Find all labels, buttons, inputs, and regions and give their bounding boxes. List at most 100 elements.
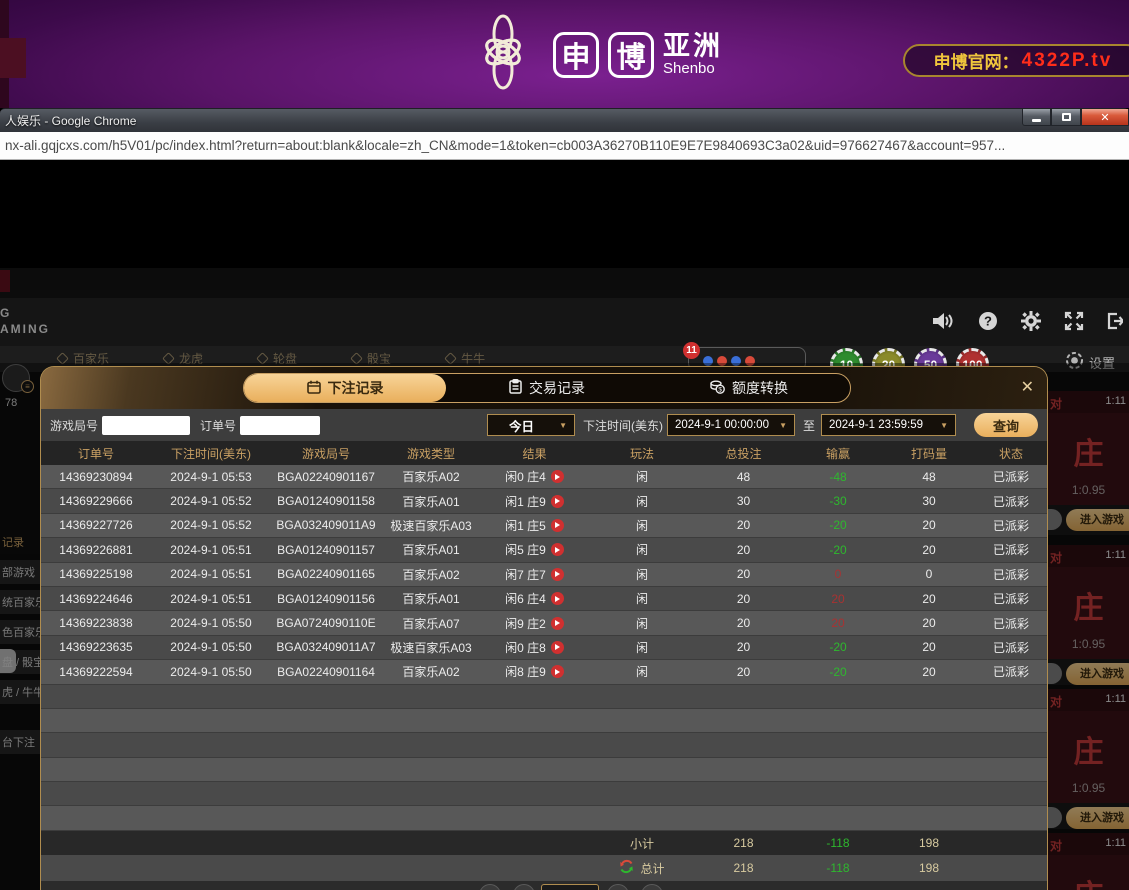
pagination-last-button[interactable] [641,884,663,890]
cell-status: 已派彩 [973,590,1048,607]
video-replay-icon[interactable] [551,592,564,605]
minimize-icon [1032,119,1041,122]
tab-transaction-records[interactable]: 交易记录 [446,374,648,402]
subtotal-volume: 198 [885,836,973,850]
cell-total-bet: 20 [696,567,791,581]
video-replay-icon[interactable] [551,495,564,508]
cell-total-bet: 20 [696,543,791,557]
video-replay-icon[interactable] [551,470,564,483]
pagination-next-button[interactable] [607,884,629,890]
fullscreen-icon[interactable] [1064,311,1084,331]
cell-bet-time: 2024-9-1 05:52 [151,518,271,532]
logo-char-box: 申 [553,32,599,78]
speaker-icon[interactable] [933,311,955,331]
cell-winloss: 20 [791,592,885,606]
pagination-first-button[interactable] [479,884,501,890]
cell-status: 已派彩 [973,517,1048,534]
cell-game-round: BGA01240901157 [271,543,381,557]
col-bet-time: 下注时间(美东) [151,445,271,462]
refresh-icon[interactable] [619,859,634,877]
cell-status: 已派彩 [973,639,1048,656]
gear-icon[interactable] [1021,311,1041,331]
table-row: 143692225942024-9-1 05:50BGA02240901164百… [41,660,1047,684]
cell-game-type: 百家乐A02 [381,468,481,485]
table-body: 143692308942024-9-1 05:53BGA02240901167百… [41,465,1047,831]
exit-icon[interactable] [1107,311,1123,331]
calendar-icon [307,380,321,397]
cell-total-bet: 20 [696,640,791,654]
logo-char1: 申 [561,34,590,76]
cell-order: 14369226881 [41,543,151,557]
cell-game-round: BGA0724090110E [271,616,381,630]
help-icon[interactable]: ? [978,311,998,331]
header-maroon-block [0,38,26,78]
logo-char-box: 博 [608,32,654,78]
video-replay-icon[interactable] [551,641,564,654]
close-window-button[interactable]: ✕ [1081,109,1129,126]
cell-volume: 20 [885,592,973,606]
cell-volume: 0 [885,567,973,581]
result-text: 闲0 庄4 [505,468,546,485]
official-site-label: 申博官网： [934,48,1019,73]
url-bar[interactable]: nx-ali.gqjcxs.com/h5V01/pc/index.html?re… [0,132,1129,160]
video-replay-icon[interactable] [551,519,564,532]
close-icon[interactable]: ✕ [1021,377,1034,397]
cell-order: 14369229666 [41,494,151,508]
cell-game-round: BGA032409011A7 [271,640,381,654]
quick-range-select[interactable]: 今日 ▼ [487,414,575,436]
bet-records-modal: 下注记录 交易记录 $ 额度转换 ✕ [40,366,1048,890]
cell-winloss: -20 [791,543,885,557]
table-header: 订单号 下注时间(美东) 游戏局号 游戏类型 结果 玩法 总投注 输赢 打码量 … [41,441,1047,465]
pagination-prev-button[interactable] [513,884,535,890]
cell-game-type: 百家乐A02 [381,566,481,583]
tab-quota-transfer[interactable]: $ 额度转换 [648,374,850,402]
svg-text:$: $ [718,386,722,393]
cell-bet-time: 2024-9-1 05:51 [151,567,271,581]
cell-game-type: 百家乐A07 [381,615,481,632]
col-play: 玩法 [588,445,696,462]
pagination [41,881,1047,890]
minimize-button[interactable] [1022,109,1051,126]
col-result: 结果 [481,445,588,462]
tab-bet-records[interactable]: 下注记录 [244,374,446,402]
cell-play: 闲 [588,590,696,607]
order-no-label: 订单号 [200,417,236,434]
tab-label: 交易记录 [529,378,585,398]
table-row-empty [41,806,1047,830]
to-label: 至 [803,417,815,434]
video-replay-icon[interactable] [551,543,564,556]
cell-bet-time: 2024-9-1 05:51 [151,592,271,606]
table-row: 143692246462024-9-1 05:51BGA01240901156百… [41,587,1047,611]
video-replay-icon[interactable] [551,568,564,581]
maximize-button[interactable] [1051,109,1081,126]
cell-result: 闲8 庄9 [481,663,588,680]
tab-label: 额度转换 [732,378,788,398]
url-text: nx-ali.gqjcxs.com/h5V01/pc/index.html?re… [5,138,1005,153]
site-header: 申 博 亚洲 Shenbo 申博官网： 4322P.tv [0,0,1129,108]
order-no-input[interactable] [240,416,320,435]
window-titlebar[interactable]: 人娱乐 - Google Chrome ✕ [0,108,1129,132]
video-replay-icon[interactable] [551,617,564,630]
game-round-input[interactable] [102,416,190,435]
brand-line1: G [0,305,50,321]
cell-play: 闲 [588,615,696,632]
col-game-type: 游戏类型 [381,445,481,462]
cell-winloss: -20 [791,640,885,654]
cell-order: 14369224646 [41,592,151,606]
brand-logo: G AMING [0,305,50,337]
table-row-empty [41,782,1047,806]
search-button[interactable]: 查询 [974,413,1038,437]
time-to-select[interactable]: 2024-9-1 23:59:59 ▼ [821,414,956,436]
cell-play: 闲 [588,493,696,510]
official-site-pill[interactable]: 申博官网： 4322P.tv [903,44,1129,77]
pagination-page-box[interactable] [541,884,599,890]
grand-total-row: 总计 218 -118 198 [41,855,1047,881]
game-round-label: 游戏局号 [50,417,98,434]
logo-char2: 博 [616,34,645,76]
video-replay-icon[interactable] [551,665,564,678]
col-total-bet: 总投注 [696,445,791,462]
flower-logo-icon [462,10,544,99]
cell-order: 14369223635 [41,640,151,654]
time-from-select[interactable]: 2024-9-1 00:00:00 ▼ [667,414,795,436]
cell-bet-time: 2024-9-1 05:50 [151,640,271,654]
